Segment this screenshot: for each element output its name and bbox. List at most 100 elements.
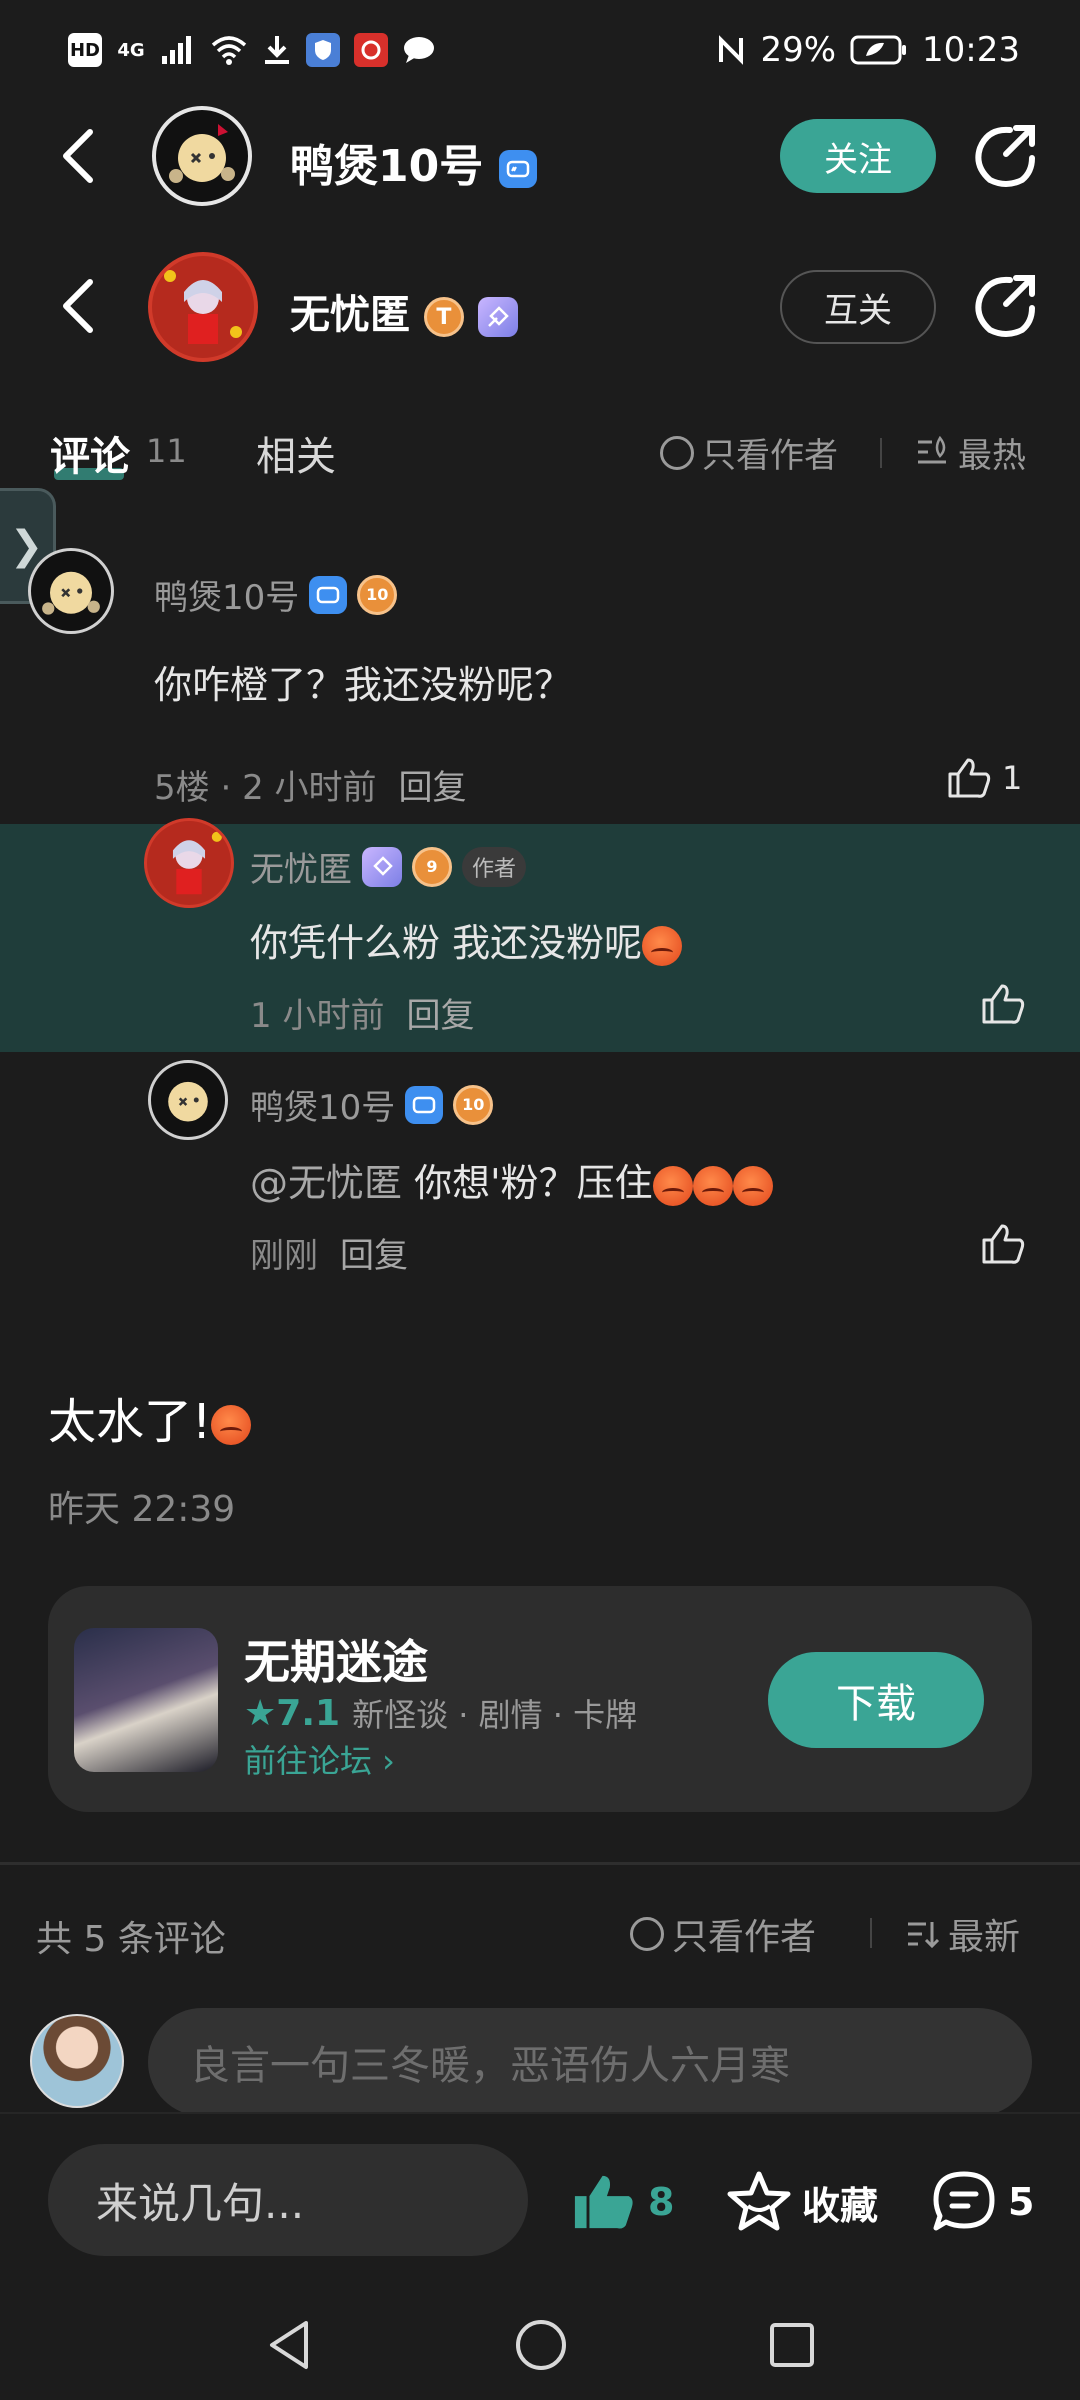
- reply-user-avatar[interactable]: [148, 252, 258, 362]
- angry-emoji-icon: [652, 1165, 693, 1206]
- back-icon: [63, 279, 93, 333]
- tab-related[interactable]: 相关: [256, 424, 336, 482]
- reply-meta: 1 小时前 回复: [250, 988, 474, 1037]
- favorite-label: 收藏: [802, 2183, 879, 2228]
- like-icon: [982, 1224, 1025, 1264]
- mention-link[interactable]: @无忧匿: [250, 1161, 402, 1205]
- wifi-icon: [210, 32, 248, 68]
- like-icon: [982, 984, 1025, 1024]
- reply-text-content: 你想'粉？压住: [402, 1161, 653, 1205]
- comment-text: 你咋橙了？我还没粉呢？: [154, 663, 573, 707]
- comment-icon: [933, 2171, 995, 2231]
- say-something-input[interactable]: 来说几句...: [48, 2144, 528, 2256]
- forum-link[interactable]: 前往论坛 ›: [244, 1736, 395, 1782]
- game-info: ★7.1 新怪谈 · 剧情 · 卡牌: [244, 1690, 637, 1736]
- thread-author-name[interactable]: 鸭煲10号: [290, 130, 537, 194]
- battery-icon: [850, 32, 908, 68]
- comment-input[interactable]: 良言一句三冬暖，恶语伤人六月寒: [148, 2008, 1032, 2116]
- signal-icon: [160, 32, 196, 68]
- like-button[interactable]: 1: [946, 756, 1022, 800]
- level-badge: 10: [357, 574, 398, 615]
- game-tags: 新怪谈 · 剧情 · 卡牌: [352, 1696, 638, 1734]
- reply-user-name[interactable]: 无忧匿 T: [290, 282, 518, 340]
- post-text: 太水了!: [48, 1382, 252, 1452]
- bottom-action-bar: 来说几句... 8 收藏 5: [0, 2112, 1080, 2292]
- sort-icon: [918, 435, 946, 463]
- floor-number: 5楼: [154, 768, 210, 808]
- thread-header: 鸭煲10号 关注: [0, 86, 1080, 226]
- comments-button[interactable]: 5: [930, 2170, 1034, 2234]
- battery-percent: 29%: [760, 30, 837, 70]
- reply-text: 你凭什么粉 我还没粉呢: [250, 912, 683, 967]
- rocket-badge-icon: [477, 297, 518, 337]
- network-type: 4G: [117, 39, 145, 61]
- game-icon: [74, 1628, 218, 1772]
- share-icon[interactable]: [970, 122, 1038, 190]
- divider: [870, 1918, 872, 1948]
- reply-button[interactable]: 回复: [399, 760, 467, 809]
- reply-time: 1 小时前: [250, 996, 385, 1036]
- post-time: 昨天 22:39: [48, 1489, 236, 1530]
- level-letter: T: [436, 304, 452, 330]
- radio-icon: [660, 435, 694, 470]
- thread-author-name-text: 鸭煲10号: [290, 141, 484, 192]
- mutual-follow-button[interactable]: 互关: [780, 270, 936, 344]
- clock: 10:23: [922, 30, 1020, 70]
- avatar[interactable]: [152, 106, 252, 206]
- download-button[interactable]: 下载: [768, 1652, 984, 1748]
- level-badge: 10: [453, 1084, 494, 1125]
- duck-avatar-icon: [168, 1081, 208, 1122]
- like-icon: [948, 758, 991, 798]
- sort-label: 最新: [948, 1917, 1021, 1958]
- duck-avatar-icon: [42, 571, 100, 615]
- angry-emoji-icon: [642, 925, 683, 966]
- author-only-label: 只看作者: [702, 436, 838, 476]
- level-badge: 9: [412, 846, 452, 887]
- post-like-button[interactable]: 8: [570, 2170, 674, 2234]
- reply-user[interactable]: 鸭煲10号 10: [250, 1080, 494, 1129]
- reply-avatar[interactable]: [144, 818, 234, 908]
- comment-avatar[interactable]: [28, 548, 114, 634]
- author-only-toggle[interactable]: 只看作者: [630, 1908, 816, 1960]
- author-tag: 作者: [462, 846, 527, 887]
- reply-text-content: 你凭什么粉 我还没粉呢: [250, 921, 643, 965]
- post-text-content: 太水了!: [48, 1394, 212, 1450]
- radio-icon: [630, 1917, 664, 1951]
- comments-count: 11: [146, 432, 187, 470]
- author-only-toggle[interactable]: 只看作者: [660, 428, 838, 477]
- favorite-button[interactable]: 收藏: [726, 2170, 878, 2234]
- reply-avatar[interactable]: [148, 1060, 228, 1140]
- reply-button[interactable]: 回复: [406, 988, 474, 1037]
- angry-emoji-icon: [692, 1165, 733, 1206]
- divider: [880, 438, 882, 468]
- post-like-count: 8: [648, 2180, 675, 2224]
- verified-icon: [498, 150, 537, 188]
- like-button[interactable]: [980, 1222, 1026, 1266]
- comment-time: 2 小时前: [242, 768, 377, 808]
- comment-user-name: 鸭煲10号: [154, 578, 300, 618]
- nfc-icon: [716, 32, 746, 68]
- star-icon: [727, 2171, 791, 2231]
- sort-hot-button[interactable]: 最热: [914, 428, 1026, 477]
- tab-comments[interactable]: 评论: [50, 424, 130, 482]
- like-button[interactable]: [980, 982, 1026, 1026]
- comment-meta: 5楼 · 2 小时前 回复: [154, 760, 467, 809]
- download-icon: [262, 32, 292, 68]
- nav-recent-icon[interactable]: [768, 2321, 816, 2369]
- sort-label: 最热: [958, 436, 1026, 476]
- back-button[interactable]: [48, 116, 108, 196]
- comment-user[interactable]: 鸭煲10号 10: [154, 570, 398, 619]
- reply-user[interactable]: 无忧匿 9 作者: [250, 842, 527, 891]
- follow-button[interactable]: 关注: [780, 119, 936, 193]
- sort-new-button[interactable]: 最新: [904, 1908, 1020, 1960]
- reply-button[interactable]: 回复: [340, 1228, 408, 1277]
- nav-home-icon[interactable]: [514, 2318, 568, 2372]
- system-nav-bar: [0, 2290, 1080, 2400]
- share-icon[interactable]: [970, 272, 1038, 340]
- anime-avatar-icon: [172, 831, 222, 895]
- game-card[interactable]: 无期迷途 ★7.1 新怪谈 · 剧情 · 卡牌 前往论坛 › 下载: [48, 1586, 1032, 1812]
- back-button-2[interactable]: [48, 266, 108, 346]
- nav-back-icon[interactable]: [264, 2317, 314, 2373]
- comments-count-bottom: 5: [1008, 2180, 1035, 2224]
- anime-avatar-icon: [164, 270, 242, 344]
